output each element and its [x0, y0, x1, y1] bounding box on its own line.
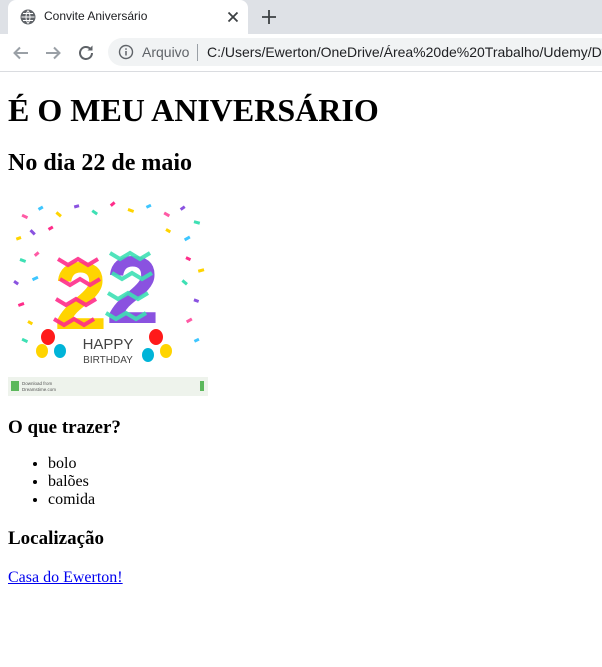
location-link[interactable]: Casa do Ewerton!	[8, 569, 123, 586]
location-heading: Localização	[8, 528, 105, 549]
globe-icon	[20, 9, 36, 25]
browser-chrome: Convite Aniversário Arquivo C:/Users/Ewe…	[0, 0, 602, 72]
toolbar: Arquivo C:/Users/Ewerton/OneDrive/Área%2…	[0, 34, 602, 72]
reload-icon[interactable]	[75, 42, 97, 64]
tab-strip: Convite Aniversário	[0, 0, 602, 34]
page-subtitle: No dia 22 de maio	[8, 150, 193, 176]
back-arrow-icon[interactable]	[10, 42, 32, 64]
watermark-line1: Download from	[22, 381, 53, 386]
tab-active[interactable]: Convite Aniversário	[8, 0, 248, 34]
address-bar[interactable]: Arquivo C:/Users/Ewerton/OneDrive/Área%2…	[108, 38, 602, 66]
close-icon[interactable]	[224, 8, 242, 26]
tab-title: Convite Aniversário	[44, 9, 148, 23]
omnibox-separator	[197, 44, 198, 61]
scheme-label: Arquivo	[142, 44, 190, 60]
forward-arrow-icon[interactable]	[42, 42, 64, 64]
list-item: bolo	[48, 455, 602, 473]
url-text[interactable]: C:/Users/Ewerton/OneDrive/Área%20de%20Tr…	[207, 44, 602, 60]
list-item: comida	[48, 491, 602, 509]
watermark-line2: Dreamstime.com	[22, 387, 56, 392]
happy-text: HAPPY	[83, 336, 134, 353]
list-item: balões	[48, 473, 602, 491]
bring-list: bolo balões comida	[8, 455, 602, 509]
location-paragraph: Casa do Ewerton!	[8, 569, 602, 587]
new-tab-plus-icon[interactable]	[259, 7, 279, 27]
page-content: É O MEU ANIVERSÁRIO No dia 22 de maio 2 …	[8, 71, 602, 587]
number-22-graphic: 2 2	[52, 237, 159, 350]
info-icon[interactable]	[118, 44, 134, 60]
page-title: É O MEU ANIVERSÁRIO	[8, 92, 379, 128]
birthday-text: BIRTHDAY	[83, 355, 133, 366]
birthday-image: 2 2 HAPPY BIRTHDAY Download from Dreamst…	[8, 197, 208, 396]
bring-heading: O que trazer?	[8, 417, 121, 438]
